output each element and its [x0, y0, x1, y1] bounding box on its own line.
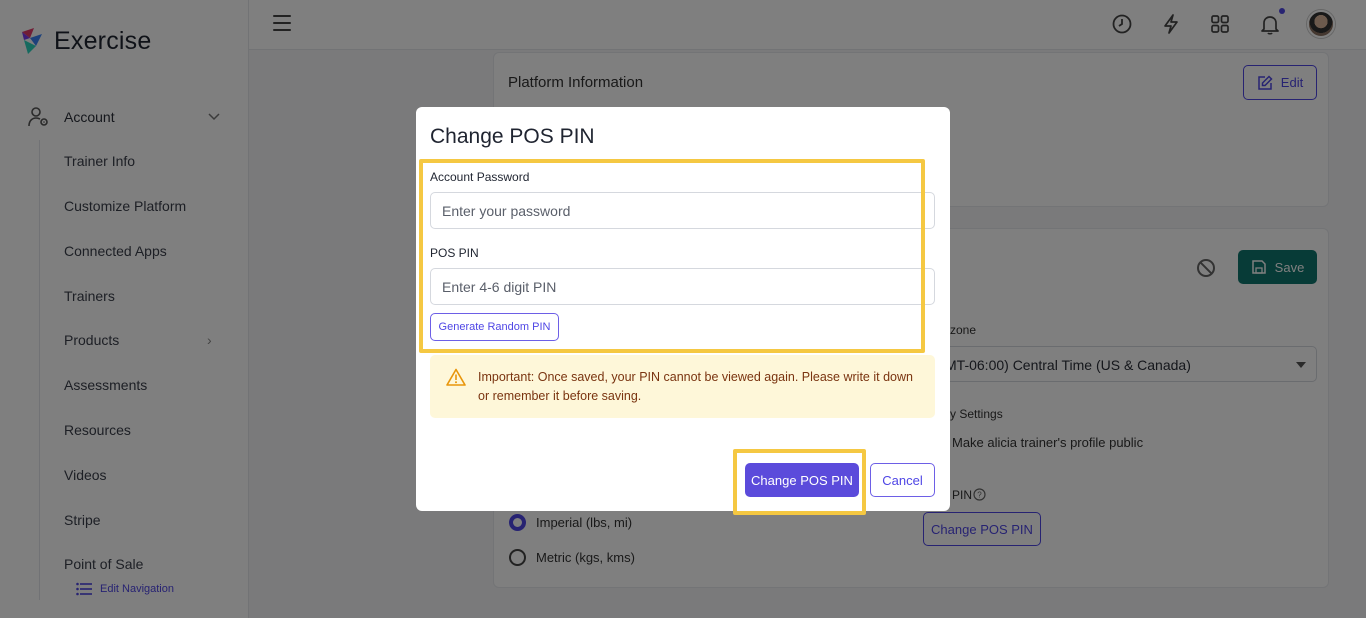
change-pos-pin-button[interactable]: Change POS PIN	[745, 463, 859, 497]
warning-text: Important: Once saved, your PIN cannot b…	[478, 370, 913, 403]
cancel-button[interactable]: Cancel	[870, 463, 935, 497]
warning-icon	[446, 368, 466, 386]
change-pos-pin-modal: Change POS PIN Account Password POS PIN …	[416, 107, 950, 511]
account-password-label: Account Password	[430, 170, 530, 184]
pos-pin-input[interactable]	[430, 268, 935, 305]
generate-random-pin-button[interactable]: Generate Random PIN	[430, 313, 559, 341]
account-password-input[interactable]	[430, 192, 935, 229]
modal-title: Change POS PIN	[430, 125, 595, 148]
pos-pin-label: POS PIN	[430, 246, 479, 260]
warning-alert: Important: Once saved, your PIN cannot b…	[430, 355, 935, 418]
